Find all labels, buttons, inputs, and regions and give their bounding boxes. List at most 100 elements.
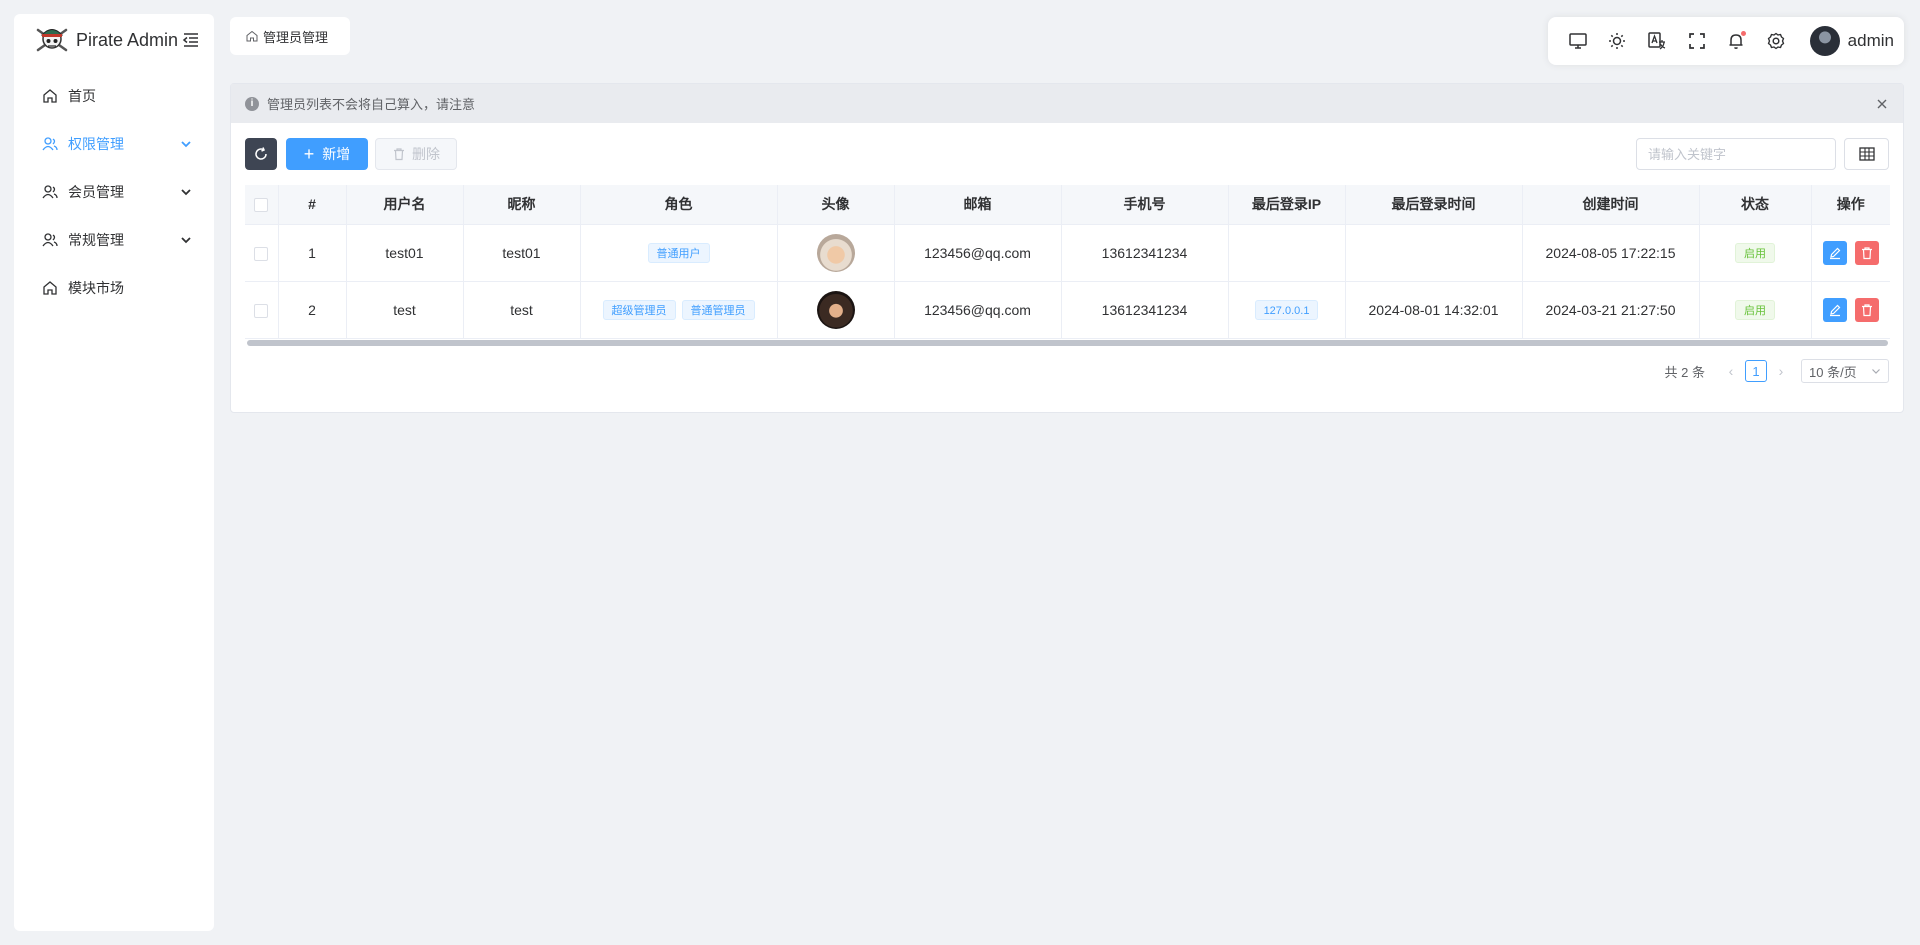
cell-username: test xyxy=(346,281,464,339)
settings-button[interactable] xyxy=(1756,21,1796,61)
table-row: 2 test test 超级管理员 普通管理员 123456@qq.com 136… xyxy=(245,281,1890,339)
cell-index: 2 xyxy=(278,281,347,339)
avatar[interactable] xyxy=(816,233,855,272)
header-toolbar: admin xyxy=(1548,17,1904,65)
cell-actions xyxy=(1811,281,1890,339)
cell-username: test01 xyxy=(346,224,464,282)
edit-button[interactable] xyxy=(1822,240,1847,265)
sidebar-item-label: 常规管理 xyxy=(68,232,124,248)
theme-toggle-button[interactable] xyxy=(1598,21,1638,61)
select-all-checkbox[interactable] xyxy=(254,198,269,213)
page-number-button[interactable]: 1 xyxy=(1745,360,1767,382)
sidebar-item-label: 会员管理 xyxy=(68,184,124,200)
notification-button[interactable] xyxy=(1716,21,1756,61)
translate-button[interactable] xyxy=(1637,21,1677,61)
refresh-icon xyxy=(255,147,267,160)
column-header: 邮箱 xyxy=(894,185,1062,225)
cell-email: 123456@qq.com xyxy=(894,224,1062,282)
table-columns-icon xyxy=(1858,147,1875,161)
desktop-button[interactable] xyxy=(1558,21,1598,61)
sidebar-item-permission[interactable]: 权限管理 xyxy=(14,120,214,168)
next-page-button[interactable]: › xyxy=(1771,363,1791,379)
page-size-label: 10 条/页 xyxy=(1809,364,1857,380)
cell-last-login: 2024-08-01 14:32:01 xyxy=(1345,281,1523,339)
trash-icon xyxy=(1861,246,1872,259)
table-toolbar: + 新增 删除 xyxy=(231,123,1903,185)
column-header: 最后登录时间 xyxy=(1345,185,1523,225)
cell-email: 123456@qq.com xyxy=(894,281,1062,339)
sidebar-item-module-market[interactable]: 模块市场 xyxy=(14,264,214,312)
column-settings-button[interactable] xyxy=(1844,138,1889,170)
chevron-down-icon xyxy=(181,237,191,244)
fullscreen-icon xyxy=(1688,33,1705,49)
trash-icon xyxy=(394,148,404,161)
chevron-down-icon xyxy=(181,189,191,196)
sidebar-item-general[interactable]: 常规管理 xyxy=(14,216,214,264)
cell-index: 1 xyxy=(278,224,347,282)
sidebar-item-label: 权限管理 xyxy=(68,136,124,152)
admin-table: # 用户名 昵称 角色 头像 邮箱 手机号 最后登录IP 最后登录时间 创建时间… xyxy=(245,185,1890,346)
pagination-total: 共 2 条 xyxy=(1664,364,1705,380)
sidebar-item-home[interactable]: 首页 xyxy=(14,72,214,120)
sidebar-item-label: 首页 xyxy=(68,88,96,104)
table-row: 1 test01 test01 普通用户 123456@qq.com 13612… xyxy=(245,224,1890,282)
cell-nickname: test01 xyxy=(463,224,581,282)
column-header: 角色 xyxy=(580,185,778,225)
admin-list-panel: i 管理员列表不会将自己算入，请注意 + 新增 删除 # xyxy=(230,83,1904,413)
plus-icon: + xyxy=(303,144,315,164)
pencil-icon xyxy=(1829,247,1841,259)
alert-text: 管理员列表不会将自己算入，请注意 xyxy=(267,97,476,112)
home-icon xyxy=(246,30,258,42)
row-checkbox[interactable] xyxy=(254,303,269,318)
status-badge: 启用 xyxy=(1735,299,1775,320)
trash-icon xyxy=(1861,303,1872,316)
pirate-logo-icon xyxy=(36,28,68,52)
page-size-select[interactable]: 10 条/页 xyxy=(1801,359,1889,383)
add-button[interactable]: + 新增 xyxy=(286,138,368,170)
avatar[interactable] xyxy=(816,290,855,329)
horizontal-scrollbar[interactable] xyxy=(247,339,1888,346)
ip-tag: 127.0.0.1 xyxy=(1254,299,1319,320)
edit-button[interactable] xyxy=(1822,297,1847,322)
menu-fold-icon[interactable] xyxy=(182,31,200,49)
chevron-down-icon xyxy=(181,141,191,148)
search-input[interactable] xyxy=(1636,138,1836,170)
sidebar-item-member[interactable]: 会员管理 xyxy=(14,168,214,216)
row-delete-button[interactable] xyxy=(1854,297,1879,322)
cell-created: 2024-08-05 17:22:15 xyxy=(1522,224,1700,282)
prev-page-button[interactable]: ‹ xyxy=(1721,363,1741,379)
translate-icon xyxy=(1648,32,1666,50)
column-header: 手机号 xyxy=(1061,185,1229,225)
info-alert: i 管理员列表不会将自己算入，请注意 xyxy=(231,84,1903,123)
cell-avatar xyxy=(777,281,895,339)
desktop-icon xyxy=(1569,33,1587,49)
pagination: 共 2 条 ‹ 1 › 10 条/页 xyxy=(1665,359,1889,383)
delete-button[interactable]: 删除 xyxy=(375,138,457,170)
cell-roles: 超级管理员 普通管理员 xyxy=(580,281,778,339)
sidebar-menu: 首页 权限管理 会员管理 常规管理 模块市场 xyxy=(14,72,214,312)
cell-actions xyxy=(1811,224,1890,282)
table-header-row: # 用户名 昵称 角色 头像 邮箱 手机号 最后登录IP 最后登录时间 创建时间… xyxy=(245,185,1890,225)
column-header: 用户名 xyxy=(346,185,464,225)
users-icon xyxy=(42,137,58,151)
column-header: 头像 xyxy=(777,185,895,225)
tab-admin-management[interactable]: 管理员管理 xyxy=(230,17,350,55)
close-icon[interactable] xyxy=(1875,97,1889,111)
role-tag: 普通用户 xyxy=(647,242,710,263)
gear-icon xyxy=(1767,32,1785,50)
refresh-button[interactable] xyxy=(245,138,277,170)
cell-roles: 普通用户 xyxy=(580,224,778,282)
row-checkbox[interactable] xyxy=(254,246,269,261)
sun-icon xyxy=(1609,33,1626,49)
column-header: 最后登录IP xyxy=(1228,185,1346,225)
cell-phone: 13612341234 xyxy=(1061,281,1229,339)
cell-status: 启用 xyxy=(1699,224,1812,282)
user-menu[interactable]: admin xyxy=(1809,26,1894,56)
sidebar: Pirate Admin 首页 权限管理 会员管理 常规管理 模块市场 xyxy=(14,14,214,931)
cell-nickname: test xyxy=(463,281,581,339)
row-delete-button[interactable] xyxy=(1854,240,1879,265)
logo-area: Pirate Admin xyxy=(14,14,214,66)
home-icon xyxy=(43,281,57,295)
fullscreen-button[interactable] xyxy=(1677,21,1717,61)
avatar xyxy=(1809,26,1840,56)
